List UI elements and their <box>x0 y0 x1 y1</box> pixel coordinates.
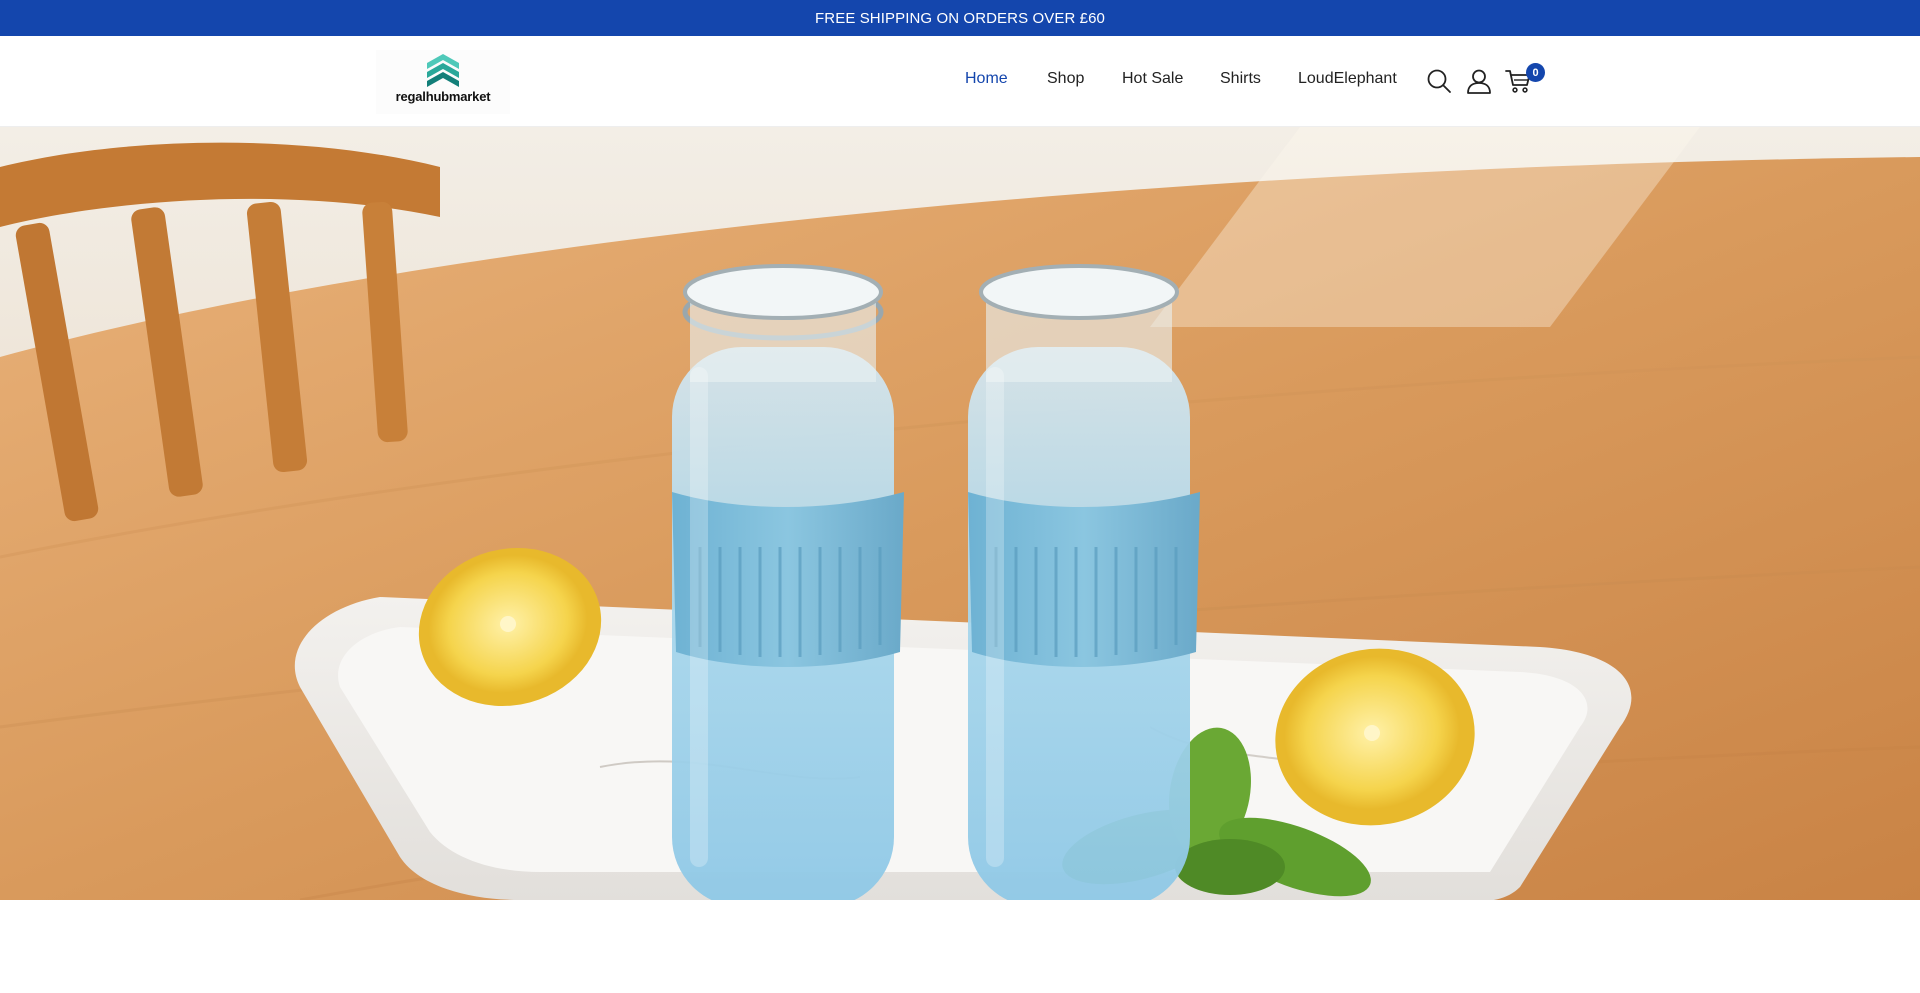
nav-item-loudelephant[interactable]: LoudElephant <box>1298 70 1397 88</box>
account-button[interactable] <box>1464 66 1494 96</box>
site-header: regalhubmarket Home Shop Hot Sale Shirts… <box>0 36 1920 127</box>
hero-banner[interactable] <box>0 127 1920 900</box>
announcement-text: FREE SHIPPING ON ORDERS OVER £60 <box>815 9 1105 27</box>
nav-item-shirts[interactable]: Shirts <box>1220 70 1261 88</box>
cart-count-badge: 0 <box>1526 63 1545 82</box>
left-tumbler <box>672 264 904 900</box>
user-icon <box>1467 69 1491 94</box>
announcement-bar: FREE SHIPPING ON ORDERS OVER £60 <box>0 0 1920 36</box>
search-button[interactable] <box>1424 66 1454 96</box>
main-nav: Home Shop Hot Sale Shirts LoudElephant 0 <box>0 36 1920 127</box>
search-icon <box>1427 69 1451 93</box>
hero-image <box>0 127 1920 900</box>
nav-item-home[interactable]: Home <box>965 70 1008 88</box>
right-tumbler <box>968 264 1200 900</box>
nav-item-hot-sale[interactable]: Hot Sale <box>1122 70 1183 88</box>
nav-item-shop[interactable]: Shop <box>1047 70 1084 88</box>
